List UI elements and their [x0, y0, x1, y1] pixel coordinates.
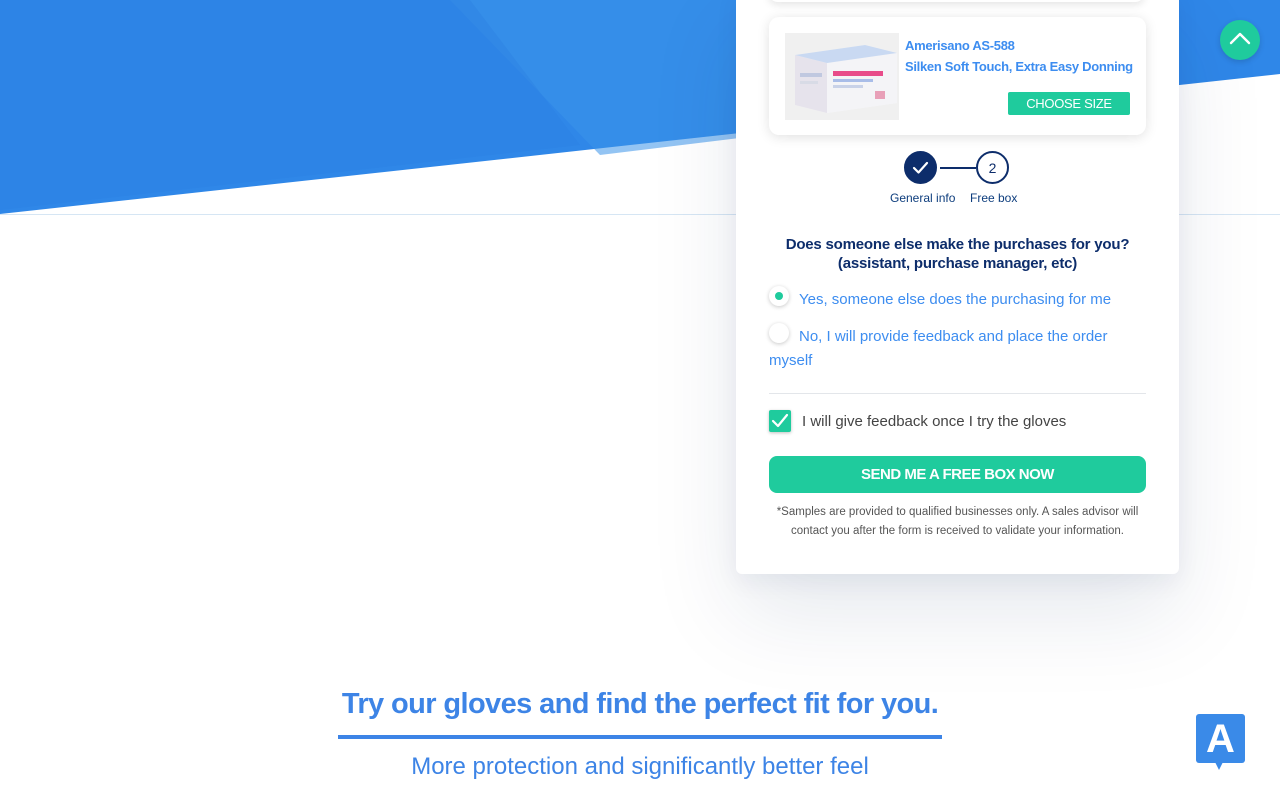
product-card[interactable]: Amerisano AS-588 Silken Soft Touch, Extr…: [769, 17, 1146, 135]
gloves-box-icon: [785, 33, 899, 120]
radio-button-selected[interactable]: [769, 286, 789, 306]
feedback-checkbox-row[interactable]: I will give feedback once I try the glov…: [769, 410, 1146, 434]
radio-option-no-label[interactable]: No, I will provide feedback and place th…: [769, 328, 1108, 369]
product-image: [785, 33, 899, 120]
product-description: Silken Soft Touch, Extra Easy Donning: [905, 59, 1133, 74]
radio-option-yes-label[interactable]: Yes, someone else does the purchasing fo…: [799, 291, 1111, 308]
form-divider: [769, 393, 1146, 394]
checkmark-icon: [771, 413, 789, 428]
purchase-question: Does someone else make the purchases for…: [769, 235, 1146, 273]
question-line-1: Does someone else make the purchases for…: [785, 236, 1130, 253]
feedback-checkbox[interactable]: [769, 410, 791, 432]
step-connector: [940, 167, 976, 169]
title-underline: [338, 735, 942, 739]
chat-widget-button[interactable]: A: [1196, 714, 1245, 770]
question-line-2: (assistant, purchase manager, etc): [837, 255, 1078, 272]
section-subtitle: More protection and significantly better…: [411, 753, 869, 780]
checkmark-icon: [912, 161, 929, 174]
step-1-label: General info: [890, 191, 956, 205]
previous-product-card[interactable]: [768, 0, 1145, 2]
radio-option-yes[interactable]: Yes, someone else does the purchasing fo…: [769, 286, 1146, 312]
form-stepper: 2 General info Free box: [736, 150, 1179, 210]
step-2-label: Free box: [970, 191, 1018, 205]
step-2-current: 2: [976, 151, 1009, 184]
feedback-checkbox-label[interactable]: I will give feedback once I try the glov…: [802, 411, 1066, 433]
chat-widget-letter: A: [1206, 717, 1235, 761]
step-1-completed: [904, 151, 937, 184]
radio-option-no[interactable]: No, I will provide feedback and place th…: [769, 323, 1146, 373]
chevron-up-icon: [1229, 32, 1251, 45]
radio-button-unselected[interactable]: [769, 323, 789, 343]
section-title: Try our gloves and find the perfect fit …: [341, 688, 939, 720]
send-free-box-button[interactable]: SEND ME A FREE BOX NOW: [769, 456, 1146, 493]
product-name: Amerisano AS-588: [905, 38, 1015, 53]
free-box-form-card: Amerisano AS-588 Silken Soft Touch, Extr…: [736, 0, 1179, 574]
choose-size-button[interactable]: CHOOSE SIZE: [1008, 92, 1130, 115]
samples-disclaimer: *Samples are provided to qualified busin…: [776, 506, 1139, 537]
scroll-to-top-button[interactable]: [1220, 20, 1260, 60]
